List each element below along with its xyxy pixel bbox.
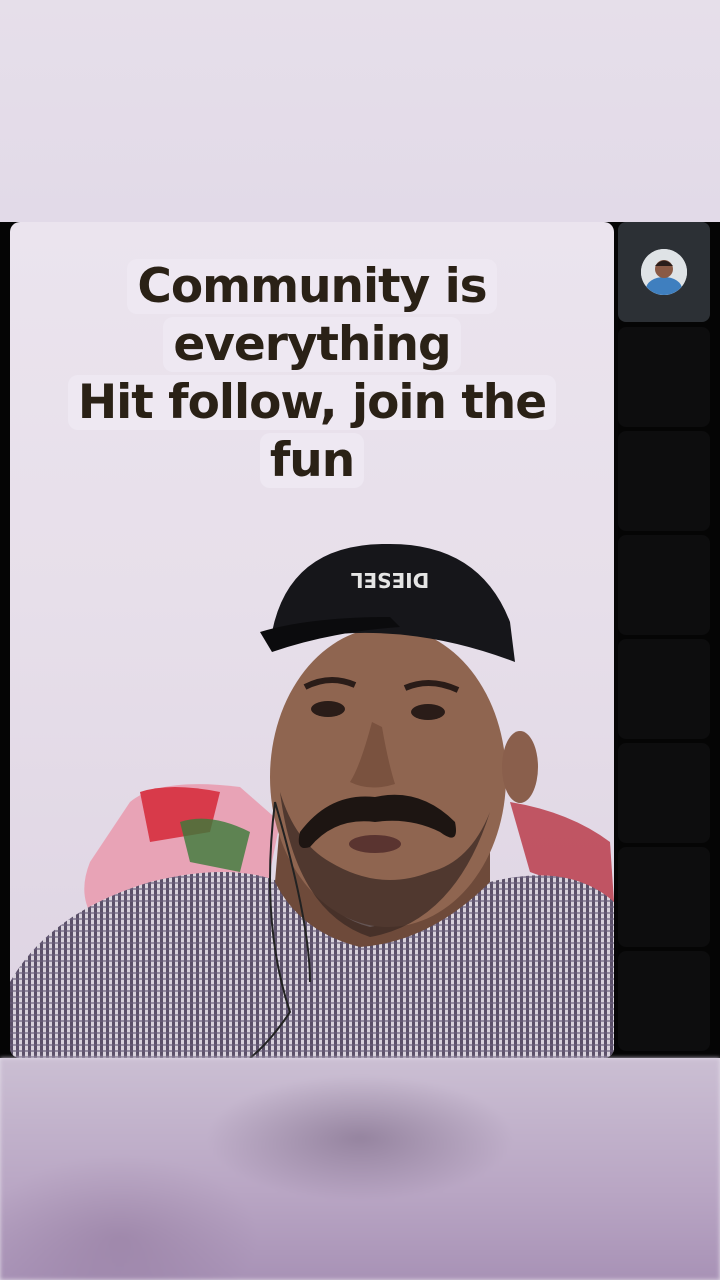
caption-line-3: Hit follow, join the — [67, 375, 557, 430]
top-blurred-backdrop — [0, 0, 720, 222]
participant-tile-empty[interactable] — [618, 639, 710, 739]
participant-tile-empty[interactable] — [618, 327, 710, 427]
participant-tile-empty[interactable] — [618, 431, 710, 531]
video-caption: Community is everything Hit follow, join… — [10, 258, 614, 490]
participant-avatar — [641, 249, 687, 295]
participant-tile-empty[interactable] — [618, 743, 710, 843]
participant-tile-empty[interactable] — [618, 847, 710, 947]
caption-line-4: fun — [259, 433, 365, 488]
video-call-area: DIESEL Community is everything Hit follo… — [0, 222, 720, 1058]
caption-line-2: everything — [163, 317, 461, 372]
cap-logo: DIESEL — [350, 568, 429, 592]
participant-tile-active[interactable] — [618, 222, 710, 322]
caption-line-1: Community is — [127, 259, 497, 314]
main-video-feed[interactable]: DIESEL Community is everything Hit follo… — [10, 222, 614, 1058]
bottom-blurred-backdrop — [0, 1058, 720, 1280]
participant-tile-empty[interactable] — [618, 951, 710, 1051]
participant-tile-empty[interactable] — [618, 535, 710, 635]
participant-tiles-column — [618, 222, 710, 1058]
